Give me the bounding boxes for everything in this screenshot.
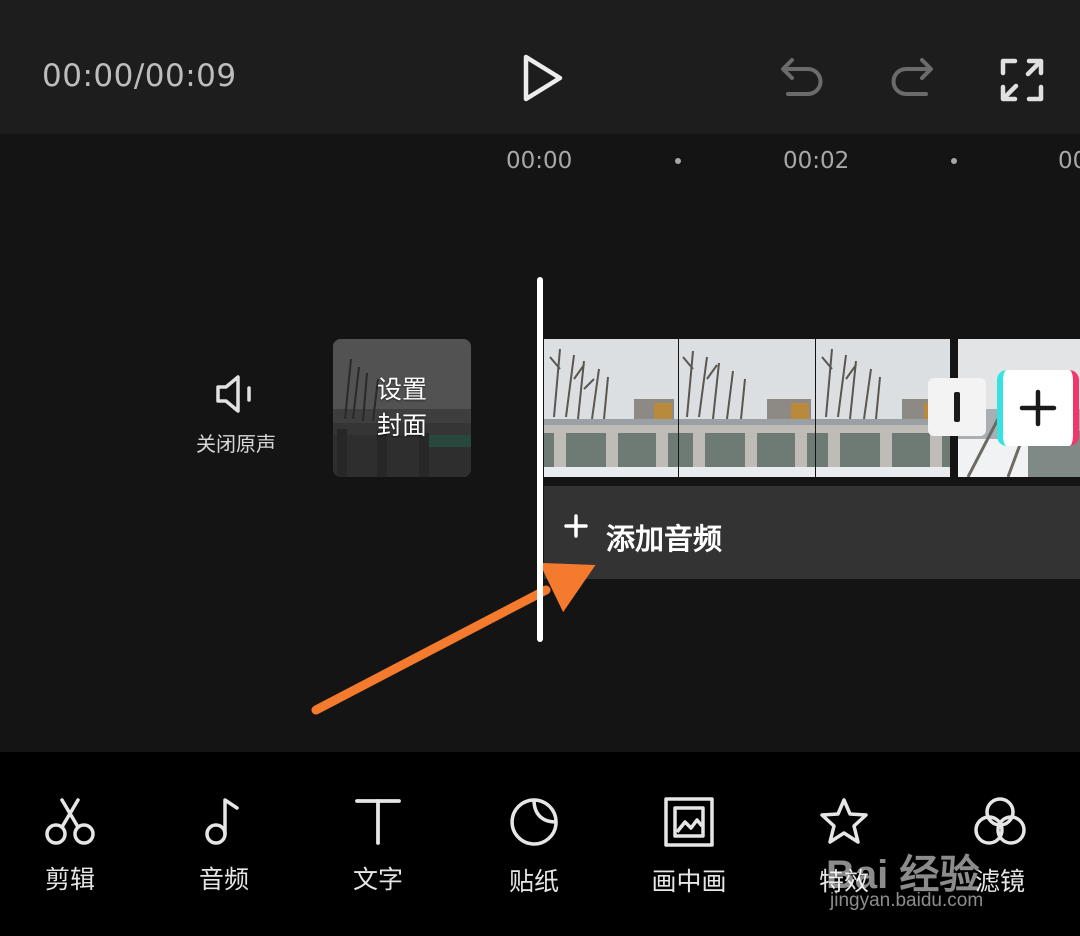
mute-label: 关闭原声 xyxy=(196,432,276,456)
video-frame-thumbnail xyxy=(679,339,815,477)
tool-label: 贴纸 xyxy=(508,867,559,896)
fullscreen-button[interactable] xyxy=(998,56,1046,104)
cover-label: 设置 封面 xyxy=(333,339,471,477)
baidu-jingyan-watermark: Bai 经验 jingyan.baidu.com xyxy=(826,820,1076,920)
tool-label: 音频 xyxy=(198,865,249,894)
undo-icon xyxy=(781,58,823,96)
play-icon xyxy=(523,54,563,102)
mute-original-sound-button[interactable]: 关闭原声 xyxy=(186,372,286,457)
undo-button[interactable] xyxy=(778,54,826,102)
redo-icon xyxy=(891,58,933,96)
playhead[interactable] xyxy=(537,277,543,642)
ruler-tick-dot xyxy=(951,158,957,164)
cover-label-line1: 设置 xyxy=(376,375,427,404)
tool-sticker[interactable]: 贴纸 xyxy=(474,796,594,898)
cover-label-line2: 封面 xyxy=(376,411,427,440)
fullscreen-icon xyxy=(1000,58,1044,102)
plus-icon xyxy=(1019,389,1057,427)
ruler-tick-label: 00:00 xyxy=(506,148,573,174)
watermark-url: jingyan.baidu.com xyxy=(830,890,984,911)
video-frame-thumbnail xyxy=(544,339,678,477)
timecode: 00:00/00:09 xyxy=(42,58,237,94)
plus-icon xyxy=(564,514,588,538)
picture-in-picture-icon xyxy=(664,797,714,847)
tool-label: 剪辑 xyxy=(44,865,95,894)
annotation-arrow-icon xyxy=(311,562,596,715)
tool-text[interactable]: 文字 xyxy=(318,796,438,896)
add-clip-button[interactable] xyxy=(997,370,1079,446)
play-button[interactable] xyxy=(518,52,566,104)
tool-label: 文字 xyxy=(352,865,403,894)
tool-edit[interactable]: 剪辑 xyxy=(10,796,130,896)
ruler-tick-label: 00 xyxy=(1058,148,1080,174)
time-ruler[interactable]: 00:00 00:02 00 xyxy=(0,134,1080,194)
tool-picture-in-picture[interactable]: 画中画 xyxy=(629,796,749,898)
set-cover-button[interactable]: 设置 封面 xyxy=(333,339,471,477)
add-audio-track-button[interactable]: 添加音频 xyxy=(544,486,1080,579)
tool-label: 画中画 xyxy=(651,867,727,896)
add-audio-label: 添加音频 xyxy=(606,522,723,556)
sticker-icon xyxy=(510,798,558,846)
speaker-icon xyxy=(216,375,251,413)
music-note-icon xyxy=(205,798,239,845)
text-icon xyxy=(355,799,401,845)
ruler-tick-dot xyxy=(675,158,681,164)
clip-transition-button[interactable] xyxy=(928,378,986,436)
tool-audio[interactable]: 音频 xyxy=(164,796,284,896)
scissors-icon xyxy=(45,798,95,845)
top-bar: 00:00/00:09 xyxy=(0,0,1080,134)
ruler-tick-label: 00:02 xyxy=(783,148,850,174)
transition-icon xyxy=(954,392,960,422)
redo-button[interactable] xyxy=(888,54,936,102)
